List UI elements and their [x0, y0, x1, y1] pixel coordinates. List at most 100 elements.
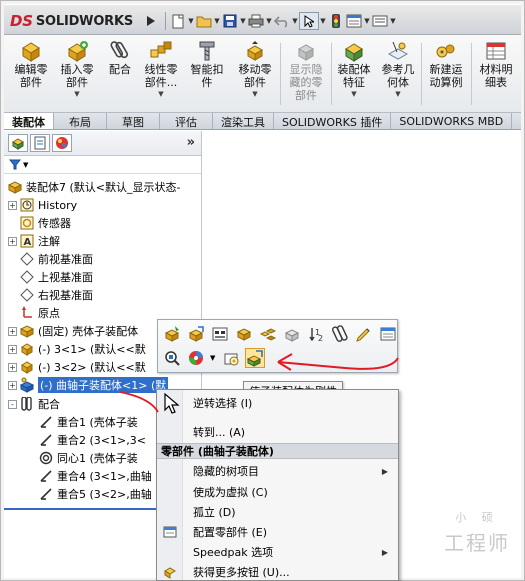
file-properties-icon[interactable]: [345, 12, 363, 30]
menu-item-isolate[interactable]: 孤立 (D): [157, 502, 398, 522]
tree-item-part-3-2[interactable]: + (-) 3<2> (默认<<默: [8, 358, 146, 376]
appearance-icon[interactable]: [186, 348, 206, 368]
mate-button[interactable]: 配合: [103, 39, 137, 109]
chevron-down-icon[interactable]: ▼: [252, 90, 257, 98]
reference-geometry-button[interactable]: 参考几 何体 ▼: [377, 39, 419, 109]
tree-item-history[interactable]: + History: [8, 196, 77, 214]
expand-toggle[interactable]: +: [8, 344, 17, 354]
configure-component-icon[interactable]: [378, 324, 398, 344]
open-subassembly-icon[interactable]: [186, 324, 206, 344]
chevron-down-icon[interactable]: ▼: [363, 17, 371, 25]
chevron-down-icon[interactable]: ▼: [389, 17, 397, 25]
tree-item-origin[interactable]: 原点: [19, 304, 60, 322]
tree-item-right-plane[interactable]: 右视基准面: [19, 286, 93, 304]
expand-toggle[interactable]: +: [8, 362, 17, 372]
chevron-down-icon[interactable]: ▼: [210, 354, 217, 362]
chevron-down-icon[interactable]: ▼: [23, 161, 28, 169]
tree-item-top-plane[interactable]: 上视基准面: [19, 268, 93, 286]
menu-item-speedpak-options[interactable]: Speedpak 选项 ▶: [157, 542, 398, 562]
tree-item-mate-coincident5[interactable]: 重合5 (3<2>,曲轴: [38, 485, 152, 503]
chevron-down-icon[interactable]: ▼: [158, 90, 163, 98]
tab-solidworks-mbd[interactable]: SOLIDWORKS MBD: [391, 113, 513, 129]
tree-item-housing-subassembly[interactable]: + (固定) 壳体子装配体: [8, 322, 138, 340]
tree-item-mate-coincident1[interactable]: 重合1 (壳体子装: [38, 413, 138, 431]
menu-item-more[interactable]: 获得更多按钮 (U)...: [157, 562, 398, 580]
tree-item-part-3-1[interactable]: + (-) 3<1> (默认<<默: [8, 340, 146, 358]
tab-solidworks-addins[interactable]: SOLIDWORKS 插件: [274, 113, 392, 129]
print-icon[interactable]: [247, 12, 265, 30]
smart-fastener-button[interactable]: 智能扣 件: [186, 39, 228, 109]
edit-mate-icon[interactable]: [354, 324, 374, 344]
chevron-down-icon[interactable]: ▼: [291, 17, 299, 25]
tree-item-mate-concentric1[interactable]: 同心1 (壳体子装: [38, 449, 138, 467]
tab-assembly[interactable]: 装配体: [4, 113, 54, 129]
tree-item-mate-coincident4[interactable]: 重合4 (3<1>,曲轴: [38, 467, 152, 485]
bill-of-materials-button[interactable]: 材料明 细表: [474, 39, 518, 109]
rebuild-order-icon[interactable]: 12: [306, 324, 326, 344]
linear-pattern-button[interactable]: 线性零 部件... ▼: [138, 39, 184, 109]
chevron-down-icon[interactable]: ▼: [265, 17, 273, 25]
rebuild-traffic-light-icon[interactable]: [327, 12, 345, 30]
mate-icon[interactable]: [330, 324, 350, 344]
menu-item-make-virtual[interactable]: 使成为虚拟 (C): [157, 482, 398, 502]
tab-sketch[interactable]: 草图: [107, 113, 160, 129]
expand-toggle[interactable]: +: [8, 200, 17, 210]
chevron-down-icon[interactable]: ▼: [351, 90, 356, 98]
tab-render-tools[interactable]: 渲染工具: [213, 113, 274, 129]
options-icon[interactable]: [371, 12, 389, 30]
open-folder-icon[interactable]: [195, 12, 213, 30]
expand-toggle[interactable]: +: [8, 236, 17, 246]
menu-item-hidden-tree-items[interactable]: 隐藏的树项目 ▶: [157, 461, 398, 481]
toolbar-separator: [165, 12, 166, 30]
chevron-down-icon[interactable]: ▼: [213, 17, 221, 25]
assembly-feature-button[interactable]: 装配体 特征 ▼: [333, 39, 375, 109]
new-document-icon[interactable]: [169, 12, 187, 30]
property-manager-tab[interactable]: [30, 134, 50, 152]
make-flexible-icon[interactable]: [221, 348, 241, 368]
feature-tree-tab[interactable]: [8, 134, 28, 152]
menu-item-go-to[interactable]: 转到... (A): [157, 422, 398, 442]
select-pointer-icon[interactable]: [299, 12, 319, 30]
more-tabs-button[interactable]: »: [187, 135, 195, 150]
menu-item-configure-component[interactable]: 配置零部件 (E): [157, 522, 398, 542]
hide-component-icon[interactable]: [234, 324, 254, 344]
menu-item-invert-selection[interactable]: 逆转选择 (I): [157, 393, 398, 413]
triangle-menu-button[interactable]: [142, 11, 160, 31]
tree-item-assembly-root[interactable]: 装配体7 (默认<默认_显示状态-: [7, 178, 180, 196]
suppress-icon[interactable]: [282, 324, 302, 344]
tab-layout[interactable]: 布局: [54, 113, 107, 129]
expand-toggle[interactable]: +: [8, 326, 17, 336]
make-rigid-icon[interactable]: [245, 348, 265, 368]
tree-item-label: 上视基准面: [38, 271, 93, 284]
isolate-icon[interactable]: [258, 324, 278, 344]
chevron-down-icon[interactable]: ▼: [319, 17, 327, 25]
move-component-button[interactable]: 移动零 部件 ▼: [232, 39, 278, 109]
component-properties-icon[interactable]: [210, 324, 230, 344]
tree-item-sensors[interactable]: 传感器: [19, 214, 71, 232]
tree-item-label: 重合2 (3<1>,3<: [57, 434, 146, 447]
history-icon: [19, 197, 35, 213]
tree-item-annotations[interactable]: + A 注解: [8, 232, 60, 250]
edit-subassembly-icon[interactable]: [162, 324, 182, 344]
chevron-down-icon[interactable]: ▼: [187, 17, 195, 25]
tab-evaluate[interactable]: 评估: [160, 113, 213, 129]
context-toolbar-row: ▼: [162, 347, 265, 369]
collapse-toggle[interactable]: -: [8, 399, 17, 409]
save-icon[interactable]: [221, 12, 239, 30]
tree-item-crankshaft-subassembly[interactable]: + (-) 曲轴子装配体<1> (默: [8, 376, 169, 394]
expand-toggle[interactable]: +: [8, 380, 17, 390]
zoom-to-selection-icon[interactable]: [162, 348, 182, 368]
insert-component-button[interactable]: 插入零 部件 ▼: [56, 39, 98, 109]
undo-icon[interactable]: [273, 12, 291, 30]
tree-item-mates[interactable]: - 配合: [8, 395, 60, 413]
tree-item-mate-coincident2[interactable]: 重合2 (3<1>,3<: [38, 431, 146, 449]
chevron-down-icon[interactable]: ▼: [395, 90, 400, 98]
chevron-down-icon[interactable]: ▼: [74, 90, 79, 98]
new-motion-study-button[interactable]: 新建运 动算例: [423, 39, 469, 109]
display-manager-tab[interactable]: [52, 134, 72, 152]
chevron-down-icon[interactable]: ▼: [239, 17, 247, 25]
tree-item-front-plane[interactable]: 前视基准面: [19, 250, 93, 268]
edit-component-button[interactable]: 编辑零 部件: [10, 39, 52, 109]
tree-filter[interactable]: ▼: [4, 156, 201, 174]
svg-text:2: 2: [318, 334, 323, 343]
